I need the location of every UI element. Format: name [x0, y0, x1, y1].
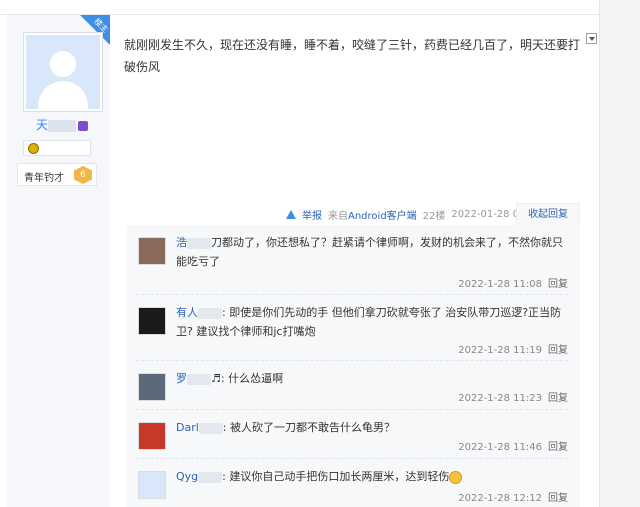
reply-content: Darl : 被人砍了一刀都不敢告什么龟男？ [176, 418, 571, 437]
redacted-name [187, 237, 211, 249]
reply-avatar[interactable] [138, 237, 166, 265]
client-link[interactable]: Android客户端 [348, 211, 417, 222]
reply-text: : 建议你自己动手把伤口加长两厘米，达到轻伤 [222, 470, 450, 483]
reply-item: Qyg : 建议你自己动手把伤口加长两厘米，达到轻伤 2022-1-28 12:1… [136, 459, 568, 507]
reply-avatar[interactable] [138, 422, 166, 450]
author-name-text: 天 [36, 118, 49, 132]
reply-time: 2022-1-28 11:08 [458, 279, 542, 290]
redacted-name [48, 119, 77, 132]
reply-item: 罗 ♬: 什么怂逼啊 2022-1-28 11:23 回复 [136, 361, 568, 410]
reply-text: ♬: 什么怂逼啊 [211, 372, 284, 385]
level-badge[interactable]: 青年钓才 6 [17, 163, 97, 186]
reply-time: 2022-1-28 11:23 [458, 393, 542, 404]
dropdown-icon[interactable] [586, 33, 597, 44]
floor-number: 22楼 [422, 210, 446, 222]
reply-username[interactable]: 罗 [176, 372, 187, 385]
redacted-name [198, 471, 223, 483]
reply-username[interactable]: Qyg [176, 470, 198, 483]
reply-text: : 被人砍了一刀都不敢告什么龟男？ [222, 421, 395, 434]
reply-item: 有人: 即使是你们先动的手 但他们拿刀砍就夸张了 治安队带刀巡逻?正当防卫? 建… [136, 295, 568, 361]
reply-content: Qyg : 建议你自己动手把伤口加长两厘米，达到轻伤 [176, 467, 571, 486]
reply-username[interactable]: 有人 [176, 306, 198, 319]
reply-item: 浩刀都动了，你还想私了？赶紧请个律师啊，发财的机会来了，不然你就只能吃亏了 20… [136, 225, 568, 295]
reply-button[interactable]: 回复 [548, 493, 568, 504]
reply-avatar[interactable] [138, 307, 166, 335]
reply-avatar[interactable] [138, 373, 166, 401]
warning-icon[interactable] [286, 209, 296, 219]
redacted-name [198, 422, 223, 434]
emoji-icon [449, 470, 463, 484]
post-frame: 楼主 天 青年钓才 6 就刚刚发生不久，现在还没有睡，睡不着，咬缝了三针，药费已… [0, 0, 600, 507]
reply-time: 2022-1-28 12:12 [458, 493, 542, 504]
reply-button[interactable]: 回复 [548, 393, 568, 404]
reply-meta: 2022-1-28 11:46 回复 [458, 438, 568, 453]
author-avatar[interactable] [23, 32, 103, 112]
client-info: 来自Android客户端 [328, 207, 417, 222]
reply-content: 罗 ♬: 什么怂逼啊 [176, 369, 571, 388]
reply-text: : 即使是你们先动的手 但他们拿刀砍就夸张了 治安队带刀巡逻?正当防卫? 建议找… [176, 306, 562, 338]
redacted-name [198, 307, 222, 319]
medal-icon [28, 143, 39, 154]
post-meta: 举报 来自Android客户端 22楼 2022-01-28 03:46 [286, 205, 542, 223]
reply-text: 刀都动了，你还想私了？赶紧请个律师啊，发财的机会来了，不然你就只能吃亏了 [176, 236, 563, 268]
report-link[interactable]: 举报 [302, 207, 322, 222]
reply-avatar[interactable] [138, 471, 166, 499]
post-content: 就刚刚发生不久，现在还没有睡，睡不着，咬缝了三针，药费已经几百了，明天还要打破伤… [124, 38, 581, 74]
reply-username[interactable]: Darl [176, 421, 199, 434]
reply-content: 浩刀都动了，你还想私了？赶紧请个律师啊，发财的机会来了，不然你就只能吃亏了 [176, 233, 571, 271]
reply-content: 有人: 即使是你们先动的手 但他们拿刀砍就夸张了 治安队带刀巡逻?正当防卫? 建… [176, 303, 571, 341]
collapse-replies-button[interactable]: 收起回复 [516, 203, 580, 225]
reply-meta: 2022-1-28 11:23 回复 [458, 389, 568, 404]
reply-meta: 2022-1-28 11:19 回复 [458, 341, 568, 356]
level-number: 6 [74, 166, 92, 184]
vip-icon[interactable] [78, 120, 89, 131]
reply-username[interactable]: 浩 [176, 236, 187, 249]
level-title: 青年钓才 [24, 173, 64, 184]
reply-meta: 2022-1-28 11:08 回复 [458, 275, 568, 290]
reply-button[interactable]: 回复 [548, 442, 568, 453]
default-avatar-icon [26, 35, 100, 109]
client-prefix: 来自 [328, 210, 348, 222]
reply-time: 2022-1-28 11:19 [458, 345, 542, 356]
reply-meta: 2022-1-28 12:12 回复 [458, 489, 568, 504]
reply-button[interactable]: 回复 [548, 279, 568, 290]
page-background-strip [600, 0, 640, 507]
medal-box[interactable] [23, 140, 91, 156]
reply-time: 2022-1-28 11:46 [458, 442, 542, 453]
author-name[interactable]: 天 [36, 116, 89, 133]
reply-button[interactable]: 回复 [548, 345, 568, 356]
redacted-name [187, 373, 211, 385]
reply-item: Darl : 被人砍了一刀都不敢告什么龟男？ 2022-1-28 11:46 回复 [136, 410, 568, 459]
reply-list: 浩刀都动了，你还想私了？赶紧请个律师啊，发财的机会来了，不然你就只能吃亏了 20… [126, 225, 580, 507]
